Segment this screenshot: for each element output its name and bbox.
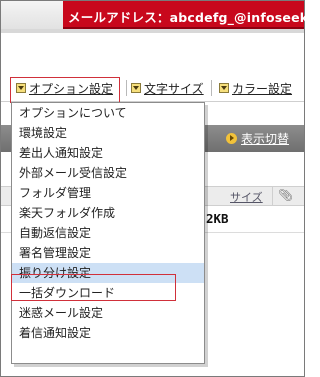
view-switch-label: 表示切替: [241, 131, 290, 146]
sorting-rules-highlight-box: [11, 274, 176, 301]
email-address-label: メールアドレス：abcdefg_@infoseek.jp: [68, 10, 320, 25]
menu-item-auto-reply[interactable]: 自動返信設定: [12, 223, 204, 243]
header-banner: メールアドレス：abcdefg_@infoseek.jp: [63, 1, 320, 29]
column-divider: [272, 187, 273, 205]
menu-item-rakuten-folder[interactable]: 楽天フォルダ作成: [12, 203, 204, 223]
toolbar-divider: [126, 80, 127, 96]
menu-item-spam-settings[interactable]: 迷惑メール設定: [12, 303, 204, 323]
banner-left-area: [1, 1, 63, 29]
menu-item-arrival-notification[interactable]: 着信通知設定: [12, 323, 204, 343]
options-dropdown-menu: オプションについて 環境設定 差出人通知設定 外部メール受信設定 フォルダ管理 …: [11, 102, 205, 364]
menu-item-external-mail[interactable]: 外部メール受信設定: [12, 163, 204, 183]
options-highlight-box: [10, 77, 120, 103]
play-circle-icon: [226, 132, 237, 144]
menu-item-signature[interactable]: 署名管理設定: [12, 243, 204, 263]
paperclip-icon: 📎︎: [278, 188, 294, 202]
menu-item-folder-management[interactable]: フォルダ管理: [12, 183, 204, 203]
dropdown-arrow-icon: [219, 83, 229, 93]
menu-item-sender-notification[interactable]: 差出人通知設定: [12, 143, 204, 163]
menu-item-environment-settings[interactable]: 環境設定: [12, 123, 204, 143]
view-switch-link[interactable]: 表示切替: [226, 130, 289, 146]
toolbar-divider: [211, 80, 212, 96]
font-size-menu-button[interactable]: 文字サイズ: [131, 78, 204, 98]
font-size-menu-label: 文字サイズ: [144, 81, 204, 96]
menu-item-about-options[interactable]: オプションについて: [12, 103, 204, 123]
color-settings-menu-label: カラー設定: [232, 81, 293, 96]
mail-size-value: 2KB: [206, 211, 229, 226]
size-column-header[interactable]: サイズ: [230, 189, 263, 205]
banner-shadow: [1, 29, 304, 33]
dropdown-arrow-icon: [131, 83, 141, 93]
color-settings-menu-button[interactable]: カラー設定: [219, 78, 292, 98]
